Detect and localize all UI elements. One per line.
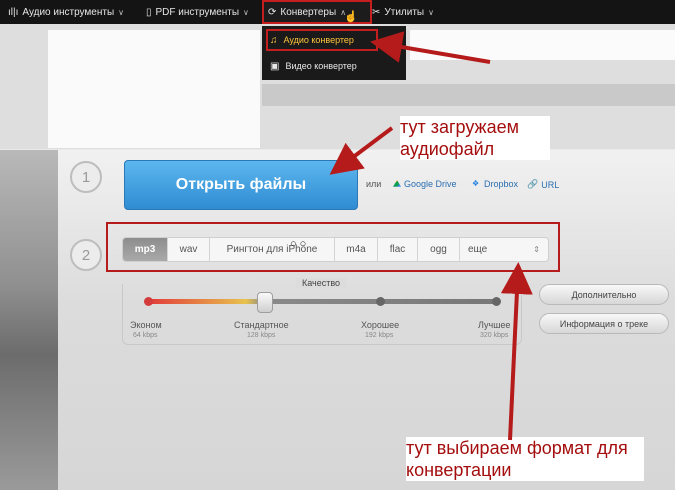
arrow-to-audio-converter — [370, 31, 491, 64]
arrow-to-format-selector — [500, 262, 533, 441]
annotation-arrows — [329, 31, 533, 441]
arrow-to-open-button — [329, 126, 394, 175]
